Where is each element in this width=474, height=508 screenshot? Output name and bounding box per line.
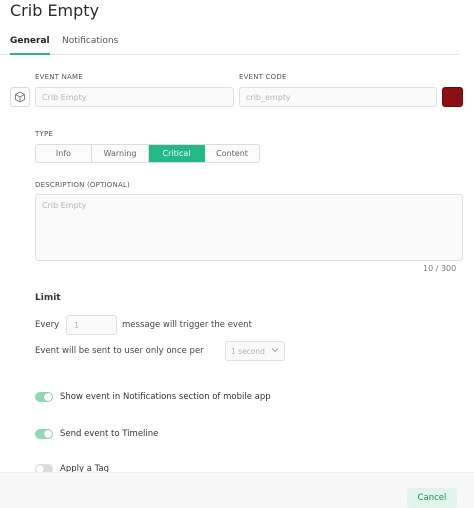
cancel-button[interactable]: Cancel xyxy=(407,488,457,508)
event-code-input[interactable]: crib_empty xyxy=(239,87,437,107)
cube-icon[interactable] xyxy=(10,87,30,107)
dialog-footer xyxy=(0,472,474,508)
toggle-notifications-section[interactable] xyxy=(35,392,53,402)
toggle-timeline[interactable] xyxy=(35,429,53,439)
description-counter: 10 / 300 xyxy=(423,264,457,273)
tab-general[interactable]: General xyxy=(10,36,50,55)
tab-bar: General Notifications xyxy=(0,36,460,55)
once-per-select-value: 1 second xyxy=(231,347,265,356)
type-option-critical[interactable]: Critical xyxy=(149,145,205,162)
every-count-input[interactable]: 1 xyxy=(66,315,117,335)
every-suffix-text: message will trigger the event xyxy=(122,320,252,330)
description-label: DESCRIPTION (OPTIONAL) xyxy=(35,181,130,189)
once-per-select[interactable]: 1 second xyxy=(225,341,285,361)
event-code-label: EVENT CODE xyxy=(239,73,287,81)
every-prefix-text: Every xyxy=(35,320,60,330)
type-label: TYPE xyxy=(35,130,53,138)
event-name-label: EVENT NAME xyxy=(35,73,83,81)
once-per-label: Event will be sent to user only once per xyxy=(35,346,204,356)
toggle-notifications-label: Show event in Notifications section of m… xyxy=(60,392,271,402)
type-option-warning[interactable]: Warning xyxy=(92,145,149,162)
tab-notifications[interactable]: Notifications xyxy=(62,36,118,55)
event-color-swatch[interactable] xyxy=(442,87,463,107)
limit-section-title: Limit xyxy=(35,293,61,303)
event-name-input[interactable]: Crib Empty xyxy=(35,87,234,107)
page-title: Crib Empty xyxy=(10,1,100,20)
type-option-info[interactable]: Info xyxy=(36,145,92,162)
description-textarea[interactable]: Crib Empty xyxy=(35,194,463,261)
type-option-content[interactable]: Content xyxy=(205,145,259,162)
chevron-down-icon xyxy=(271,346,279,356)
type-segmented-control: Info Warning Critical Content xyxy=(35,144,260,163)
toggle-timeline-label: Send event to Timeline xyxy=(60,429,159,439)
